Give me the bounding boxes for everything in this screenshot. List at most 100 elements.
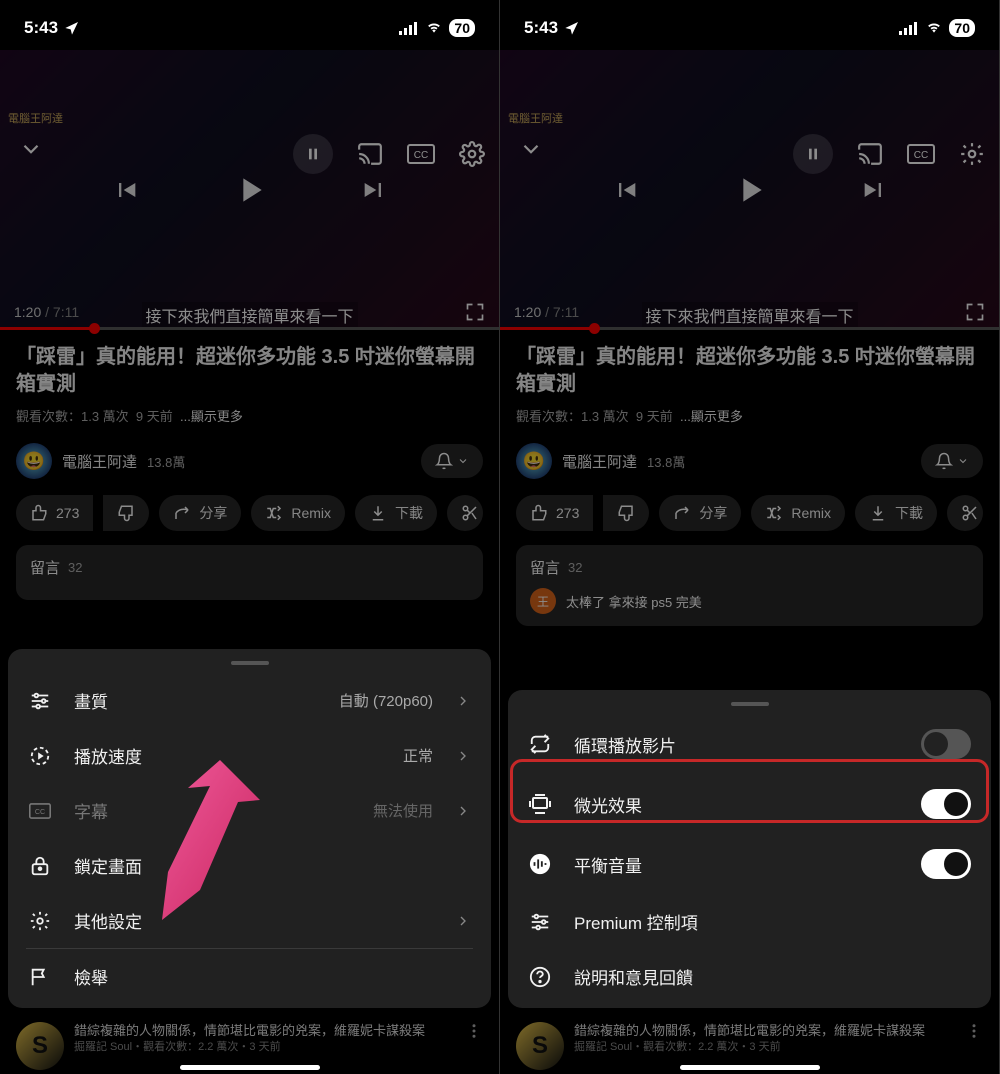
report-row[interactable]: 檢舉	[8, 949, 491, 1004]
video-stats[interactable]: 觀看次數：1.3 萬次 9 天前 ...顯示更多	[516, 406, 983, 425]
remix-icon	[265, 504, 283, 522]
sheet-grabber[interactable]	[231, 661, 269, 665]
loop-toggle[interactable]	[921, 729, 971, 759]
more-icon[interactable]	[465, 1022, 483, 1040]
ambient-toggle[interactable]	[921, 789, 971, 819]
share-button[interactable]: 分享	[159, 495, 241, 531]
share-button[interactable]: 分享	[659, 495, 741, 531]
subscribe-bell[interactable]	[421, 444, 483, 478]
play-icon[interactable]	[730, 170, 770, 210]
video-player[interactable]: 電腦王阿達 CC 1:20 / 7:11 接下來我們直接簡單來看一下	[500, 50, 999, 330]
gear-icon	[28, 910, 52, 932]
sliders-icon	[528, 911, 552, 933]
channel-avatar[interactable]: 😃	[516, 443, 552, 479]
clip-button[interactable]	[447, 495, 483, 531]
comments-box[interactable]: 留言32 王 太棒了 拿來接 ps5 完美	[516, 545, 983, 626]
scissors-icon	[461, 504, 479, 522]
pause-button[interactable]	[793, 134, 833, 174]
channel-name[interactable]: 電腦王阿達	[62, 451, 137, 472]
thumbs-up-icon	[530, 504, 548, 522]
dislike-button[interactable]	[603, 495, 649, 531]
remix-button[interactable]: Remix	[751, 495, 845, 531]
channel-subs: 13.8萬	[647, 452, 685, 471]
next-icon[interactable]	[360, 176, 388, 204]
video-title[interactable]: 「踩雷」真的能用！超迷你多功能 3.5 吋迷你螢幕開箱實測	[16, 344, 483, 398]
share-icon	[673, 504, 691, 522]
related-thumb: S	[516, 1022, 564, 1070]
related-thumb: S	[16, 1022, 64, 1070]
feedback-row[interactable]: 說明和意見回饋	[508, 949, 991, 1004]
premium-row[interactable]: Premium 控制項	[508, 894, 991, 949]
help-icon	[528, 966, 552, 988]
download-button[interactable]: 下載	[855, 495, 937, 531]
location-icon	[564, 20, 580, 36]
loop-row[interactable]: 循環播放影片	[508, 714, 991, 774]
ambient-row[interactable]: 微光效果	[508, 774, 991, 834]
video-time: 1:20 / 7:11	[514, 304, 579, 320]
pause-button[interactable]	[293, 134, 333, 174]
comment-avatar: 王	[530, 588, 556, 614]
video-player[interactable]: 電腦王阿達 CC 1:20 / 7:11	[0, 50, 499, 330]
home-indicator[interactable]	[680, 1065, 820, 1070]
svg-text:CC: CC	[35, 809, 45, 816]
sliders-icon	[28, 690, 52, 712]
video-title[interactable]: 「踩雷」真的能用！超迷你多功能 3.5 吋迷你螢幕開箱實測	[516, 344, 983, 398]
comments-box[interactable]: 留言32	[16, 545, 483, 600]
svg-text:CC: CC	[414, 150, 428, 161]
like-button[interactable]: 273	[516, 495, 593, 531]
fullscreen-icon[interactable]	[965, 302, 985, 322]
next-icon[interactable]	[860, 176, 888, 204]
speed-icon	[28, 745, 52, 767]
video-caption: 接下來我們直接簡單來看一下	[141, 302, 357, 328]
cc-icon[interactable]: CC	[907, 144, 935, 164]
channel-watermark: 電腦王阿達	[8, 110, 63, 126]
location-icon	[64, 20, 80, 36]
cast-icon[interactable]	[857, 141, 883, 167]
home-indicator[interactable]	[180, 1065, 320, 1070]
battery-indicator: 70	[449, 19, 475, 37]
status-bar: 5:43 70	[500, 0, 999, 50]
clip-button[interactable]	[947, 495, 983, 531]
cc-icon[interactable]: CC	[407, 144, 435, 164]
wifi-icon	[925, 21, 943, 35]
lock-icon	[28, 855, 52, 877]
status-time: 5:43	[524, 18, 558, 38]
share-icon	[173, 504, 191, 522]
download-button[interactable]: 下載	[355, 495, 437, 531]
screenshot-left: 5:43 70 電腦王阿達 CC	[0, 0, 500, 1074]
fullscreen-icon[interactable]	[465, 302, 485, 322]
flag-icon	[28, 966, 52, 988]
cc-box-icon: CC	[28, 802, 52, 820]
channel-name[interactable]: 電腦王阿達	[562, 451, 637, 472]
ambient-icon	[528, 793, 552, 815]
video-stats[interactable]: 觀看次數：1.3 萬次 9 天前 ...顯示更多	[16, 406, 483, 425]
collapse-button[interactable]	[518, 136, 544, 162]
cast-icon[interactable]	[357, 141, 383, 167]
like-button[interactable]: 273	[16, 495, 93, 531]
play-icon[interactable]	[230, 170, 270, 210]
dislike-button[interactable]	[103, 495, 149, 531]
download-icon	[369, 504, 387, 522]
more-icon[interactable]	[965, 1022, 983, 1040]
svg-text:CC: CC	[914, 150, 928, 161]
status-bar: 5:43 70	[0, 0, 499, 50]
sheet-grabber[interactable]	[731, 702, 769, 706]
volume-row[interactable]: 平衡音量	[508, 834, 991, 894]
settings-icon[interactable]	[459, 141, 485, 167]
prev-icon[interactable]	[612, 176, 640, 204]
prev-icon[interactable]	[112, 176, 140, 204]
signal-icon	[899, 21, 919, 35]
volume-toggle[interactable]	[921, 849, 971, 879]
remix-button[interactable]: Remix	[251, 495, 345, 531]
channel-avatar[interactable]: 😃	[16, 443, 52, 479]
download-icon	[869, 504, 887, 522]
collapse-button[interactable]	[18, 136, 44, 162]
channel-watermark: 電腦王阿達	[508, 110, 563, 126]
settings-icon[interactable]	[959, 141, 985, 167]
channel-subs: 13.8萬	[147, 452, 185, 471]
status-time: 5:43	[24, 18, 58, 38]
subscribe-bell[interactable]	[921, 444, 983, 478]
video-time: 1:20 / 7:11	[14, 304, 79, 320]
comment-text: 太棒了 拿來接 ps5 完美	[566, 592, 702, 611]
quality-row[interactable]: 畫質 自動 (720p60)	[8, 673, 491, 728]
